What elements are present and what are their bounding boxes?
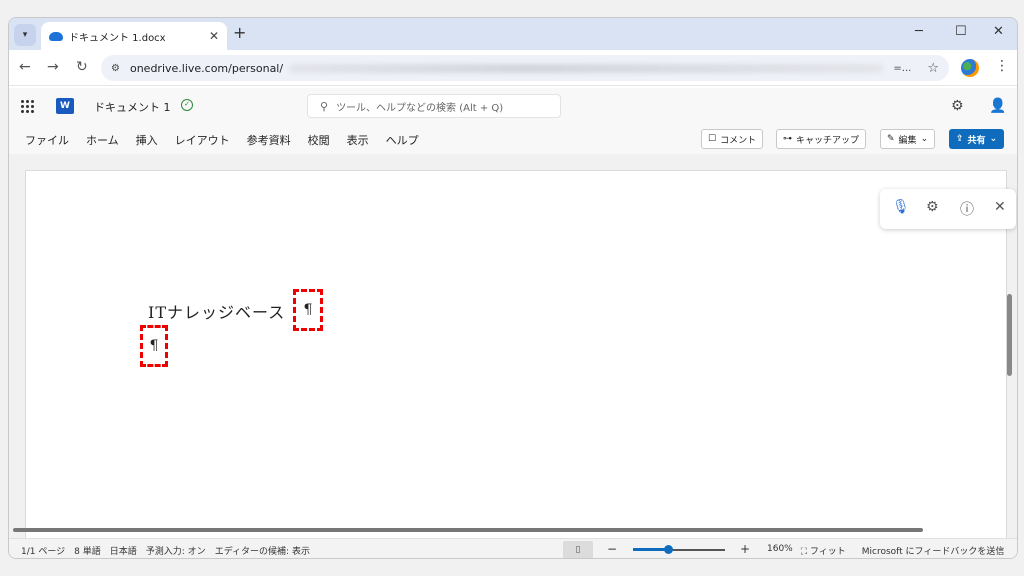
plus-icon[interactable]: +	[233, 23, 246, 42]
star-icon[interactable]: ☆	[927, 61, 939, 76]
edit-label: 編集	[898, 135, 917, 146]
editor-suggestions[interactable]: エディターの候補: 表示	[215, 544, 310, 557]
edit-mode-button[interactable]: ✎ 編集 ⌄	[880, 129, 936, 149]
pilcrow-highlight-2: ¶	[140, 325, 168, 367]
reload-icon[interactable]: ↻	[76, 59, 88, 75]
fit-label: フィット	[809, 547, 846, 557]
tab-title: ドキュメント 1.docx	[69, 32, 166, 44]
ribbon-tabs: ファイル ホーム 挿入 レイアウト 参考資料 校閲 表示 ヘルプ	[25, 132, 436, 148]
tab-file[interactable]: ファイル	[25, 132, 69, 148]
catchup-button[interactable]: ⊶ キャッチアップ	[776, 129, 867, 149]
app-launcher-icon[interactable]	[21, 100, 35, 114]
zoom-slider-thumb[interactable]	[663, 545, 673, 554]
tab-help[interactable]: ヘルプ	[386, 132, 419, 148]
search-placeholder: ツール、ヘルプなどの検索 (Alt + Q)	[336, 102, 504, 114]
document-canvas: ITナレッジベース ¶ ¶ 🎙 ⚙ ⓘ ✕	[9, 154, 1017, 540]
microphone-icon[interactable]: 🎙	[892, 199, 910, 215]
tab-layout[interactable]: レイアウト	[175, 132, 230, 148]
forward-icon[interactable]: →	[47, 59, 59, 75]
account-icon[interactable]: 👤	[989, 98, 1006, 114]
gear-icon[interactable]: ⚙	[951, 98, 964, 114]
vertical-scrollbar[interactable]	[1007, 294, 1012, 376]
zoom-slider[interactable]	[633, 545, 725, 554]
minimize-icon[interactable]: ─	[915, 24, 923, 39]
pencil-icon: ✎	[887, 134, 895, 144]
tab-insert[interactable]: 挿入	[136, 132, 158, 148]
zoom-in-icon[interactable]: +	[740, 542, 750, 556]
zoom-slider-fill	[633, 548, 668, 551]
text-prediction[interactable]: 予測入力: オン	[146, 544, 206, 557]
close-window-icon[interactable]: ✕	[993, 24, 1004, 39]
document-text-line[interactable]: ITナレッジベース	[148, 299, 285, 323]
dictation-toolbar: 🎙 ⚙ ⓘ ✕	[880, 189, 1016, 229]
status-bar: 1/1 ページ 8 単語 日本語 予測入力: オン エディターの候補: 表示 ▯…	[9, 538, 1017, 558]
pilcrow-highlight-1: ¶	[293, 289, 323, 331]
maximize-icon[interactable]: ☐	[955, 24, 967, 39]
address-bar: ← → ↻ ⚙ onedrive.live.com/personal/ =...…	[9, 50, 1017, 86]
browser-window: ▾ ドキュメント 1.docx ✕ + ─ ☐ ✕ ← → ↻ ⚙ onedri…	[8, 17, 1018, 559]
document-page[interactable]: ITナレッジベース ¶ ¶ 🎙 ⚙ ⓘ ✕	[25, 170, 1016, 540]
zoom-level[interactable]: 160%	[767, 544, 793, 557]
pilcrow-mark-2: ¶	[149, 338, 159, 354]
zoom-out-icon[interactable]: −	[607, 542, 617, 556]
site-settings-icon[interactable]: ⚙	[111, 63, 120, 74]
word-count[interactable]: 8 単語	[74, 544, 101, 557]
word-header: W ドキュメント 1 ✓ ⚲ ツール、ヘルプなどの検索 (Alt + Q) ⚙ …	[9, 88, 1017, 126]
tab-search-icon[interactable]: ▾	[14, 24, 36, 46]
close-icon[interactable]: ✕	[994, 199, 1006, 215]
share-label: 共有	[967, 135, 986, 146]
document-text: ITナレッジベース	[148, 303, 286, 322]
close-icon[interactable]: ✕	[209, 29, 219, 43]
gear-icon[interactable]: ⚙	[926, 199, 939, 215]
search-icon: ⚲	[320, 99, 329, 113]
url-text: onedrive.live.com/personal/	[129, 61, 284, 75]
fit-button[interactable]: ⛶ フィット	[801, 544, 854, 557]
back-icon[interactable]: ←	[19, 59, 31, 75]
share-button[interactable]: ⇪ 共有 ⌄	[949, 129, 1005, 149]
share-icon: ⇪	[956, 134, 964, 144]
tab-strip: ▾ ドキュメント 1.docx ✕ + ─ ☐ ✕	[9, 18, 1017, 50]
url-field[interactable]: ⚙ onedrive.live.com/personal/ =... ☆	[101, 55, 949, 81]
url-redacted	[289, 63, 884, 73]
search-input[interactable]: ⚲ ツール、ヘルプなどの検索 (Alt + Q)	[307, 94, 561, 118]
chevron-down-icon: ⌄	[989, 134, 998, 144]
comment-icon: ☐	[708, 134, 717, 144]
extension-label[interactable]: =...	[893, 63, 911, 74]
tab-view[interactable]: 表示	[347, 132, 369, 148]
feedback-link[interactable]: Microsoft にフィードバックを送信	[862, 544, 1005, 557]
print-layout-icon[interactable]: ▯	[563, 541, 593, 558]
chevron-down-icon: ⌄	[920, 134, 929, 144]
tab-review[interactable]: 校閲	[308, 132, 330, 148]
horizontal-scrollbar[interactable]	[13, 528, 923, 532]
kebab-icon[interactable]: ⋮	[995, 58, 1009, 74]
cloud-icon	[49, 31, 63, 41]
profile-icon[interactable]	[961, 59, 979, 77]
catchup-icon: ⊶	[783, 134, 792, 144]
ribbon: ファイル ホーム 挿入 レイアウト 参考資料 校閲 表示 ヘルプ ☐ コメント …	[9, 126, 1017, 154]
help-icon[interactable]: ⓘ	[960, 199, 974, 219]
document-title[interactable]: ドキュメント 1	[94, 99, 171, 115]
language[interactable]: 日本語	[110, 544, 137, 557]
tab-active[interactable]: ドキュメント 1.docx ✕	[41, 22, 227, 50]
word-logo-icon: W	[56, 98, 74, 114]
pilcrow-mark-1: ¶	[303, 302, 313, 318]
comment-label: コメント	[720, 135, 757, 146]
tab-home[interactable]: ホーム	[86, 132, 119, 148]
tab-references[interactable]: 参考資料	[247, 132, 291, 148]
comment-button[interactable]: ☐ コメント	[701, 129, 764, 149]
saved-check-icon: ✓	[181, 99, 193, 111]
catchup-label: キャッチアップ	[796, 135, 860, 146]
page-count[interactable]: 1/1 ページ	[21, 544, 65, 557]
